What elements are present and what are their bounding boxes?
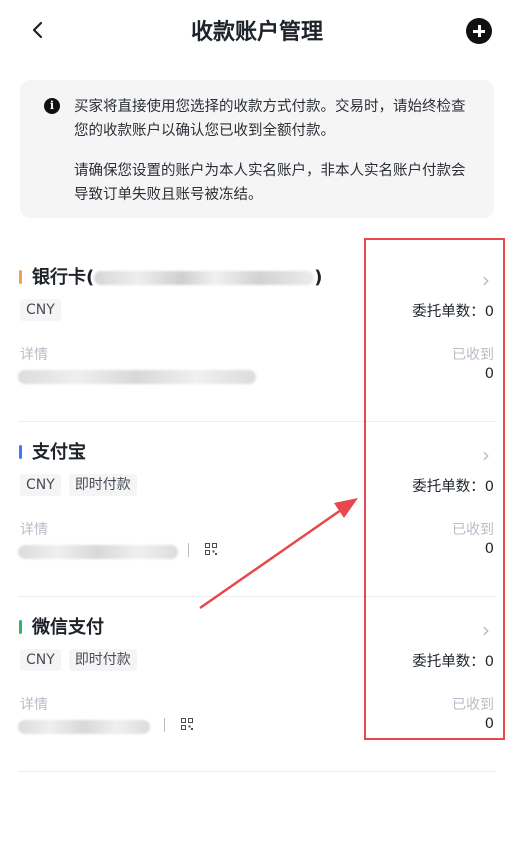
account-color-bar [19, 620, 22, 634]
currency-tag: CNY [20, 299, 61, 321]
tag-list: CNY 即时付款 [20, 649, 145, 671]
account-name: 支付宝 [32, 442, 86, 463]
payment-type-tag: 即时付款 [68, 649, 137, 671]
currency-tag: CNY [20, 649, 61, 671]
currency-tag: CNY [20, 474, 61, 496]
redacted-detail [18, 720, 150, 734]
detail-label: 详情 [20, 347, 48, 363]
separator [188, 543, 189, 557]
header: 收款账户管理 [0, 0, 514, 60]
qr-code-icon[interactable] [181, 718, 193, 730]
notice-box: i 买家将直接使用您选择的收款方式付款。交易时，请始终检查您的收款账户以确认您已… [20, 80, 494, 218]
redacted-detail [18, 545, 178, 559]
tag-list: CNY 即时付款 [20, 474, 145, 496]
add-account-button[interactable] [466, 18, 492, 44]
account-color-bar [19, 270, 22, 284]
account-color-bar [19, 445, 22, 459]
tag-list: CNY [20, 299, 69, 321]
notice-paragraph-2: 请确保您设置的账户为本人实名账户，非本人实名账户付款会导致订单失败且账号被冻结。 [74, 163, 466, 203]
page-title: 收款账户管理 [190, 20, 323, 45]
separator [164, 718, 165, 732]
divider [18, 771, 496, 772]
redacted-detail [18, 370, 256, 384]
detail-label: 详情 [20, 522, 48, 538]
account-name-suffix: ) [314, 267, 323, 288]
payment-type-tag: 即时付款 [68, 474, 137, 496]
redacted-account-name [94, 271, 315, 285]
notice-paragraph-1: 买家将直接使用您选择的收款方式付款。交易时，请始终检查您的收款账户以确认您已收到… [74, 99, 466, 139]
detail-label: 详情 [20, 697, 48, 713]
qr-code-icon[interactable] [205, 543, 217, 555]
account-name: 微信支付 [32, 617, 104, 638]
info-icon: i [44, 98, 60, 114]
account-name-prefix: 银行卡( [32, 267, 95, 288]
account-name: 银行卡() [32, 263, 322, 289]
highlight-box [364, 238, 505, 740]
